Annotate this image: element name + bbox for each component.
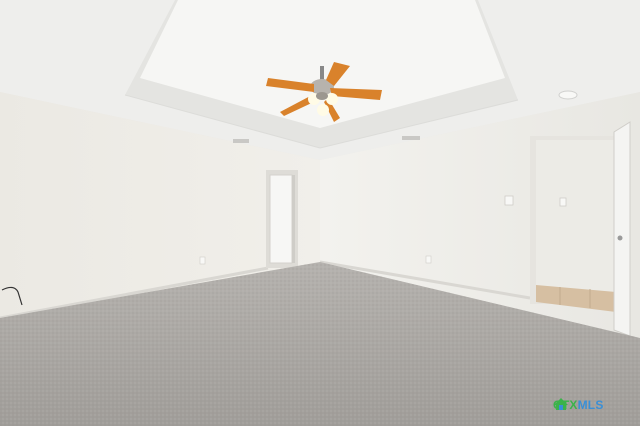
closet-interior [536,140,616,292]
smoke-detector [558,90,578,100]
air-vent-left [233,139,249,143]
watermark-brand-right: MLS [577,398,604,412]
closet-switch [559,197,567,207]
room-photo: CTXMLS [0,0,640,426]
right-open-door [613,121,631,337]
ctxmls-watermark: CTXMLS [553,396,633,414]
fan-light [326,93,338,105]
outlet-right [425,255,432,264]
door-knob [617,235,623,241]
light-switch [504,195,514,206]
air-vent-right [402,136,420,140]
fan-light [317,104,329,116]
center-door [269,174,293,264]
outlet-left [199,256,206,265]
room-illustration [0,0,640,426]
house-logo-icon [554,398,568,410]
